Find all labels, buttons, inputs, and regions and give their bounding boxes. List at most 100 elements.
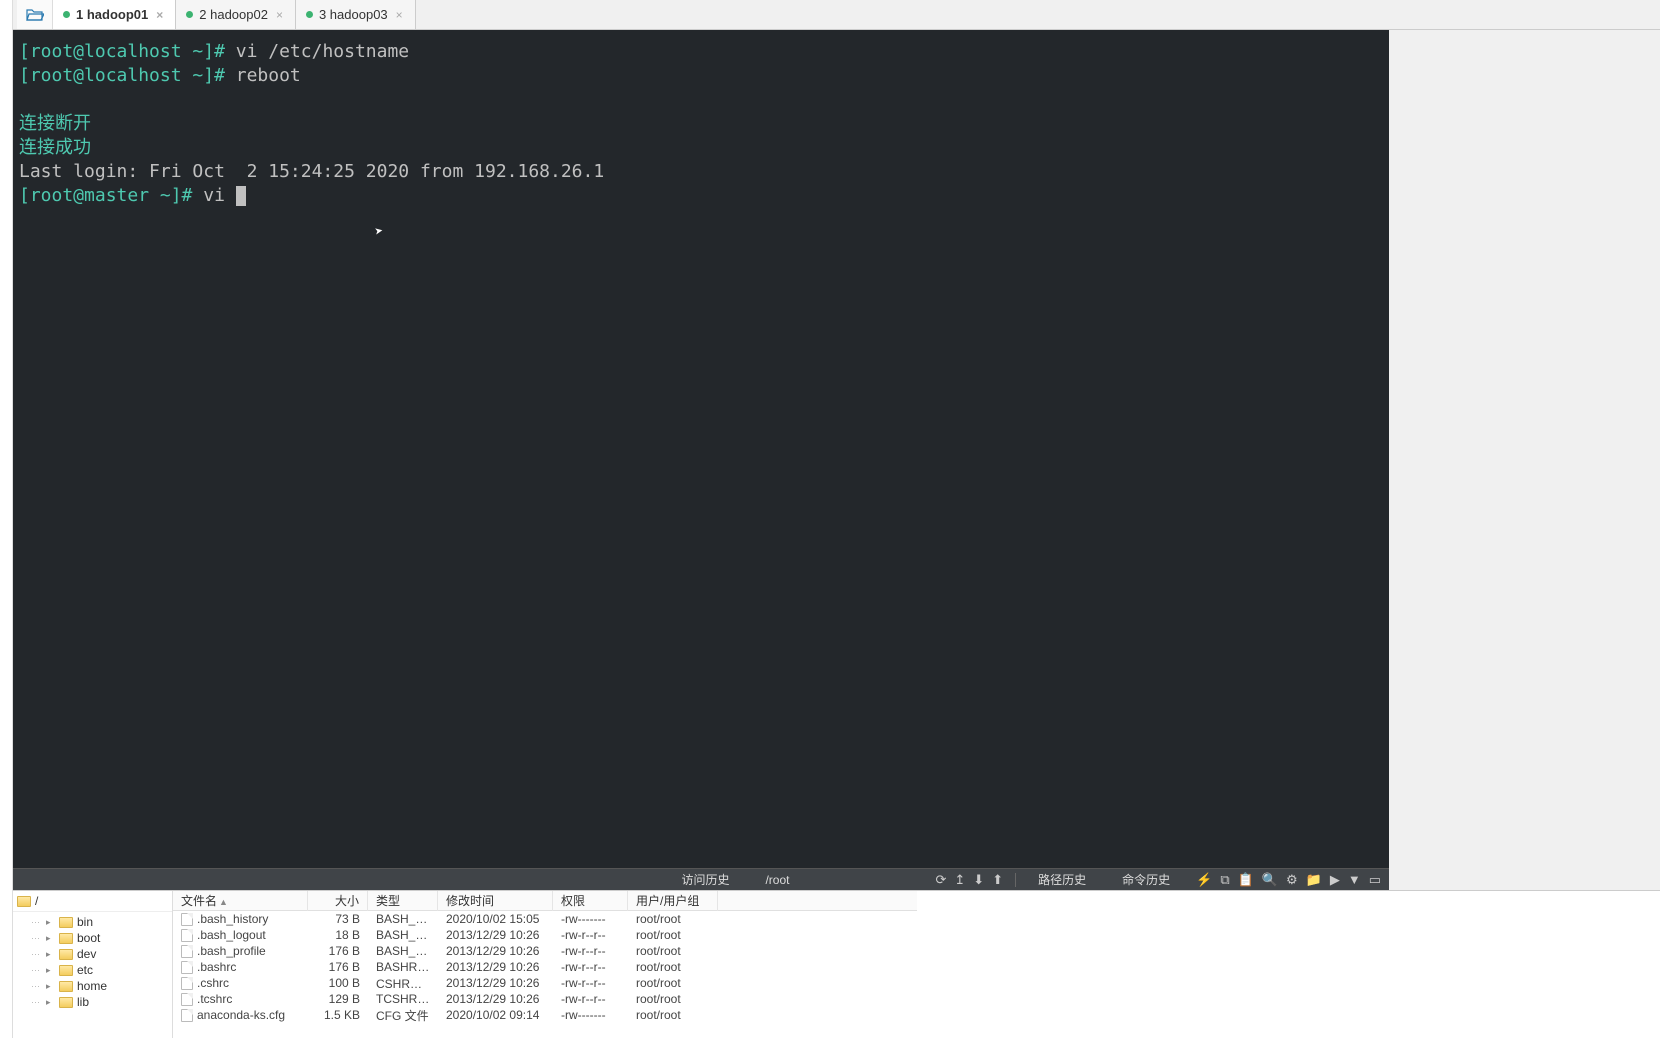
file-icon [181,961,193,974]
close-icon[interactable]: × [154,8,165,22]
expand-icon: ▸ [46,933,55,944]
play-icon[interactable]: ▶ [1330,872,1340,888]
folder-open-icon [26,8,44,22]
tree-item-label: lib [77,995,89,1009]
download-icon[interactable]: ⬇ [973,872,984,888]
right-gutter [1389,30,1660,868]
terminal-footer-bar: 访问历史 /root ⟳ ↥ ⬇ ⬆ 路径历史 命令历史 ⚡ ⧉ 📋 🔍 ⚙ [13,868,1389,890]
tab-label: 1 hadoop01 [76,7,148,22]
command-text: vi /etc/hostname [225,41,409,62]
tree-item-etc[interactable]: ▸ etc [13,962,172,978]
expand-icon: ▸ [46,965,55,976]
header-date[interactable]: 修改时间 [438,891,553,911]
file-browser-panel: / ▸bin ▸ boot ▸ dev ▸ etc▸home ▸ lib 文件名▲ 大小 类型 … [13,890,1660,1038]
folder-icon[interactable]: 📁 [1306,872,1322,888]
tree-item-label: home [77,979,107,993]
file-icon [181,977,193,990]
file-list: 文件名▲ 大小 类型 修改时间 权限 用户/用户组 .bash_history7… [173,891,917,1038]
copy-icon[interactable]: ⧉ [1220,872,1229,888]
refresh-icon[interactable]: ⟳ [935,872,946,888]
upload-alt-icon[interactable]: ⬆ [992,872,1003,888]
current-path[interactable]: /root [747,873,807,887]
folder-icon [59,965,73,976]
download-alt-icon[interactable]: ▼ [1348,872,1361,887]
close-icon[interactable]: × [394,8,405,22]
file-icon [181,1009,193,1022]
footer-tool-icons: ⚡ ⧉ 📋 🔍 ⚙ 📁 ▶ ▼ ▭ [1188,872,1389,888]
tree-item-label: bin [77,915,93,929]
folder-icon [59,933,73,944]
file-row[interactable]: .cshrc100 BCSHRC 文件2013/12/29 10:26-rw-r… [173,975,917,991]
tree-item-boot[interactable]: ▸ boot [13,930,172,946]
connection-status-dot [186,11,193,18]
tree-item-label: boot [77,931,100,945]
header-name[interactable]: 文件名▲ [173,891,308,911]
header-type[interactable]: 类型 [368,891,438,911]
file-row[interactable]: .bash_profile176 BBASH_PR...2013/12/29 1… [173,943,917,959]
header-owner[interactable]: 用户/用户组 [628,891,718,911]
command-history-button[interactable]: 命令历史 [1104,871,1188,888]
tree-item-dev[interactable]: ▸ dev [13,946,172,962]
sort-asc-icon: ▲ [217,897,228,907]
upload-icon[interactable]: ↥ [954,872,965,888]
terminal-cursor [236,186,246,206]
status-disconnect: 连接断开 [19,113,91,134]
tab-bar: 1 hadoop01 × 2 hadoop02 × 3 hadoop03 × [13,0,1660,30]
header-perm[interactable]: 权限 [553,891,628,911]
terminal-pane[interactable]: [root@localhost ~]# vi /etc/hostname [ro… [13,30,1389,868]
right-gutter-footer [1389,868,1660,890]
prompt: [root@localhost ~]# [19,41,225,62]
mouse-pointer: ➤ [373,219,385,244]
file-icon [181,993,193,1006]
folder-icon [59,997,73,1008]
tree-root[interactable]: / [13,891,172,912]
tree-item-lib[interactable]: ▸ lib [13,994,172,1010]
folder-icon [59,981,73,992]
tab-hadoop03[interactable]: 3 hadoop03 × [296,0,416,29]
status-connected: 连接成功 [19,137,91,158]
left-sidebar-strip [0,0,13,1038]
gear-icon[interactable]: ⚙ [1286,872,1298,888]
tree-item-bin[interactable]: ▸bin [13,914,172,930]
tree-item-label: etc [77,963,93,977]
fullscreen-icon[interactable]: ▭ [1369,872,1381,888]
file-row[interactable]: .tcshrc129 BTCSHRC ...2013/12/29 10:26-r… [173,991,917,1007]
file-icon [181,913,193,926]
file-row[interactable]: anaconda-ks.cfg1.5 KBCFG 文件2020/10/02 09… [173,1007,917,1023]
connection-status-dot [306,11,313,18]
tab-hadoop02[interactable]: 2 hadoop02 × [176,0,296,29]
file-row[interactable]: .bash_history73 BBASH_HIS...2020/10/02 1… [173,911,917,927]
folder-icon [59,949,73,960]
directory-tree: / ▸bin ▸ boot ▸ dev ▸ etc▸home ▸ lib [13,891,173,1038]
lightning-icon[interactable]: ⚡ [1196,872,1212,888]
visit-history-button[interactable]: 访问历史 [663,871,747,888]
expand-icon: ▸ [46,949,55,960]
prompt: [root@master ~]# [19,185,192,206]
connection-status-dot [63,11,70,18]
header-size[interactable]: 大小 [308,891,368,911]
command-text: reboot [225,65,301,86]
tab-label: 2 hadoop02 [199,7,268,22]
paste-icon[interactable]: 📋 [1238,872,1254,888]
prompt: [root@localhost ~]# [19,65,225,86]
file-icon [181,929,193,942]
folder-icon [17,896,31,907]
file-row[interactable]: .bashrc176 BBASHRC ...2013/12/29 10:26-r… [173,959,917,975]
file-icon [181,945,193,958]
search-icon[interactable]: 🔍 [1262,872,1278,888]
file-panel-blank [917,891,1660,1038]
command-text: vi [192,185,235,206]
tree-item-home[interactable]: ▸home [13,978,172,994]
expand-icon: ▸ [46,997,55,1008]
close-icon[interactable]: × [274,8,285,22]
folder-icon [59,917,73,928]
tree-root-label: / [35,894,38,908]
path-history-button[interactable]: 路径历史 [1020,871,1104,888]
file-row[interactable]: .bash_logout18 BBASH_LO...2013/12/29 10:… [173,927,917,943]
last-login-text: Last login: Fri Oct 2 15:24:25 2020 from… [19,161,604,182]
tree-item-label: dev [77,947,96,961]
file-list-header: 文件名▲ 大小 类型 修改时间 权限 用户/用户组 [173,891,917,911]
footer-transfer-icons: ⟳ ↥ ⬇ ⬆ [927,872,1011,888]
open-folder-button[interactable] [17,0,53,29]
tab-hadoop01[interactable]: 1 hadoop01 × [53,0,176,29]
